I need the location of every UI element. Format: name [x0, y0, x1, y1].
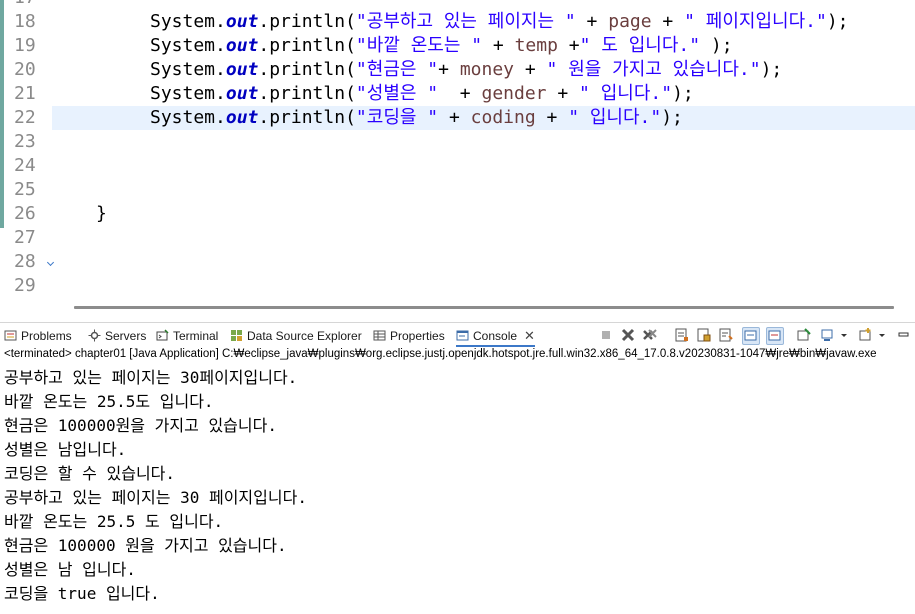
terminate-icon[interactable] [598, 327, 614, 343]
display-selected-console-icon[interactable] [820, 327, 836, 343]
line-number: 28 [14, 251, 36, 272]
code-editor[interactable]: 17 18 System.out.println("공부하고 있는 페이지는 "… [0, 0, 915, 316]
code-line: 18 System.out.println("공부하고 있는 페이지는 " + … [0, 10, 915, 34]
database-icon [230, 329, 243, 342]
console-line: 바깥 온도는 25.5도 입니다. [4, 392, 214, 411]
horizontal-scrollbar[interactable] [74, 306, 894, 309]
code-line: 24 [0, 154, 915, 178]
code-line: 19 System.out.println("바깥 온도는 " + temp +… [0, 34, 915, 58]
code-text[interactable]: System.out.println("성별은 " + gender + " 입… [150, 82, 694, 106]
view-tab-bar: Problems Servers Terminal Data Source Ex… [0, 322, 915, 347]
line-number: 19 [14, 35, 36, 56]
word-wrap-icon[interactable] [718, 327, 734, 343]
tab-data-source-explorer[interactable]: Data Source Explorer [230, 327, 362, 345]
tab-terminal[interactable]: Terminal [156, 327, 218, 345]
console-line: 코딩은 할 수 있습니다. [4, 464, 176, 483]
line-number: 22 [14, 107, 36, 128]
minimize-icon[interactable] [896, 327, 912, 343]
code-line: 21 System.out.println("성별은 " + gender + … [0, 82, 915, 106]
code-line: 22 System.out.println("코딩을 " + coding + … [0, 106, 915, 130]
code-text[interactable]: System.out.println("바깥 온도는 " + temp +" 도… [150, 34, 733, 58]
show-console-on-stderr-icon[interactable] [766, 327, 784, 345]
show-console-on-stdout-icon[interactable] [742, 327, 760, 345]
chevron-down-icon[interactable] [878, 327, 886, 343]
servers-icon [88, 329, 101, 342]
line-number: 27 [14, 227, 36, 248]
chevron-down-icon[interactable] [840, 327, 848, 343]
pin-console-icon[interactable] [796, 327, 812, 343]
tab-console[interactable]: Console ✕ [456, 327, 535, 347]
line-number: 21 [14, 83, 36, 104]
code-line: 20 System.out.println("현금은 "+ money + " … [0, 58, 915, 82]
tab-problems[interactable]: Problems [4, 327, 72, 345]
console-icon [456, 329, 469, 342]
remove-launch-icon[interactable] [620, 327, 636, 343]
tab-servers[interactable]: Servers [88, 327, 146, 345]
code-line: 17 [0, 0, 915, 10]
console-line: 바깥 온도는 25.5 도 입니다. [4, 512, 224, 531]
code-line: 25 [0, 178, 915, 202]
console-line: 성별은 남 입니다. [4, 560, 136, 579]
code-line: 28 [0, 250, 915, 274]
console-line: 현금은 100000 원을 가지고 있습니다. [4, 536, 287, 555]
console-line: 현금은 100000원을 가지고 있습니다. [4, 416, 277, 435]
clear-console-icon[interactable] [674, 327, 690, 343]
console-output[interactable]: 공부하고 있는 페이지는 30페이지입니다. 바깥 온도는 25.5도 입니다.… [0, 364, 915, 614]
closing-brace[interactable]: } [96, 202, 107, 226]
code-text[interactable]: System.out.println("현금은 "+ money + " 원을 … [150, 58, 782, 82]
code-line: 29 [0, 274, 915, 298]
properties-icon [373, 329, 386, 342]
tab-properties[interactable]: Properties [373, 327, 445, 345]
line-number: 24 [14, 155, 36, 176]
fold-marker-icon[interactable] [46, 258, 55, 267]
console-line: 공부하고 있는 페이지는 30페이지입니다. [4, 368, 298, 387]
console-line: 공부하고 있는 페이지는 30 페이지입니다. [4, 488, 307, 507]
console-line: 코딩을 true 입니다. [4, 584, 160, 603]
problems-icon [4, 329, 17, 342]
line-number: 20 [14, 59, 36, 80]
line-number: 25 [14, 179, 36, 200]
line-number: 29 [14, 275, 36, 296]
code-line: 23 [0, 130, 915, 154]
line-number: 23 [14, 131, 36, 152]
console-line: 성별은 남입니다. [4, 440, 127, 459]
line-number: 17 [14, 0, 44, 10]
launch-status: <terminated> chapter01 [Java Application… [4, 348, 877, 360]
remove-all-terminated-icon[interactable] [642, 327, 658, 343]
code-line: 27 [0, 226, 915, 250]
open-console-icon[interactable] [858, 327, 874, 343]
close-icon[interactable]: ✕ [524, 328, 535, 343]
scroll-lock-icon[interactable] [696, 327, 712, 343]
line-number: 26 [14, 203, 36, 224]
code-line: 26 } [0, 202, 915, 226]
terminal-icon [156, 329, 169, 342]
code-text[interactable]: System.out.println("공부하고 있는 페이지는 " + pag… [150, 10, 849, 34]
code-text[interactable]: System.out.println("코딩을 " + coding + " 입… [150, 106, 683, 130]
line-number: 18 [14, 11, 36, 32]
